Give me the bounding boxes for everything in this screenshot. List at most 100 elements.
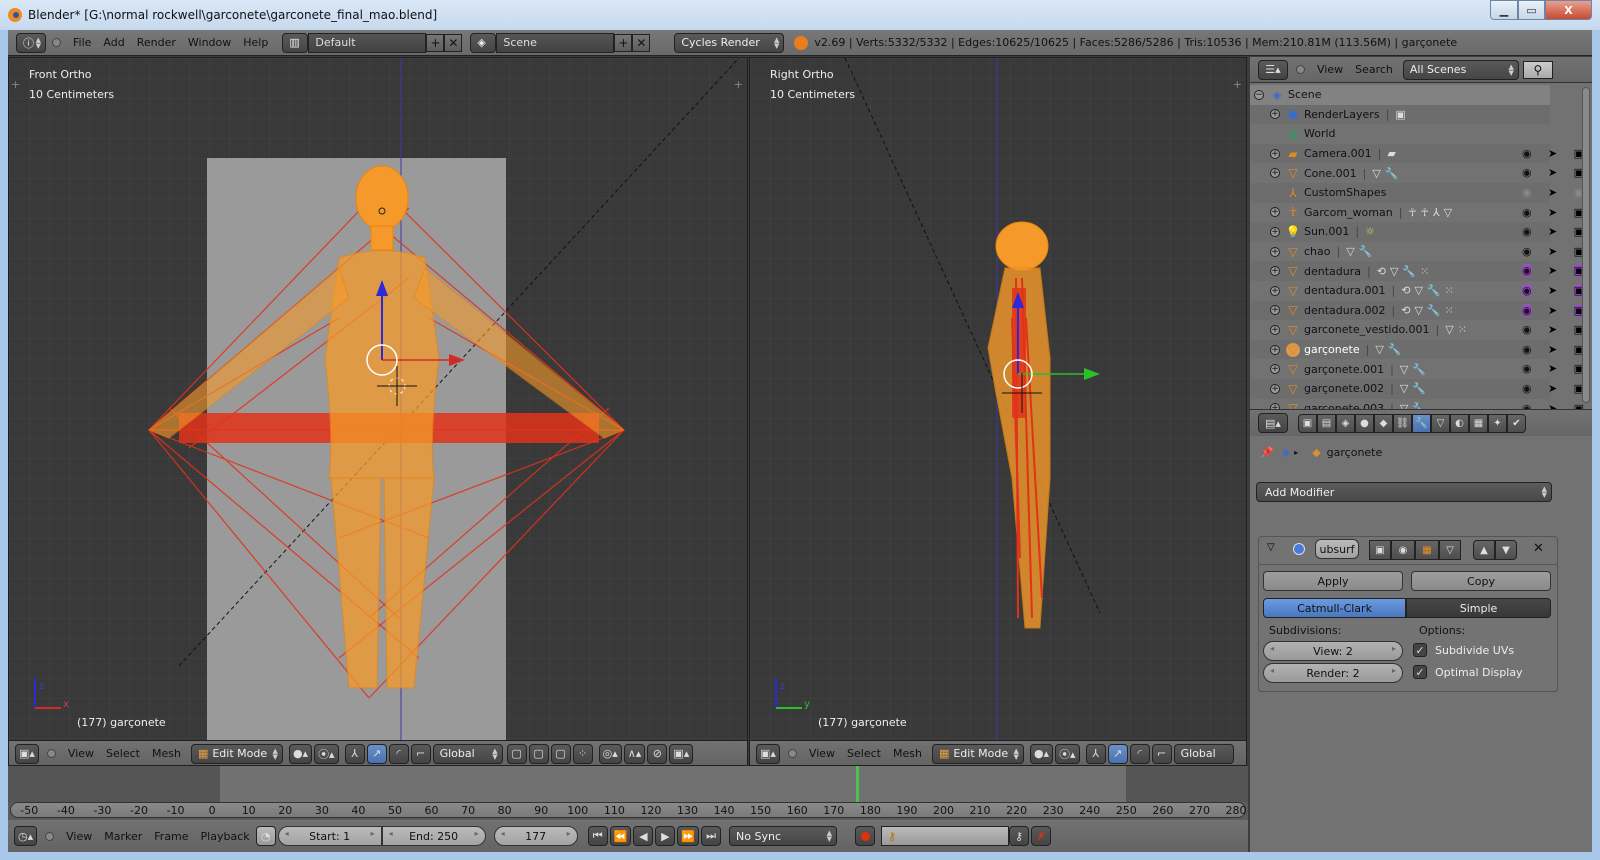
visibility-eye-icon[interactable]: ◉ bbox=[1522, 323, 1532, 336]
visibility-eye-icon[interactable]: ◉ bbox=[1522, 166, 1532, 179]
constraint-icon[interactable]: ⟲ bbox=[1401, 304, 1410, 317]
vertex-group-icon[interactable]: ⁙ bbox=[1420, 265, 1429, 278]
selectability-cursor-icon[interactable]: ➤ bbox=[1548, 264, 1557, 277]
timeline-area[interactable] bbox=[8, 766, 1248, 802]
gizmo-x-arrowhead[interactable] bbox=[449, 354, 465, 366]
editor-type-button[interactable]: ⓘ ▲ ▼ bbox=[16, 32, 46, 53]
minimize-button[interactable]: ▁ bbox=[1490, 0, 1518, 20]
view-levels-field[interactable]: ◂ View: 2 ▸ bbox=[1263, 641, 1403, 661]
current-frame-field[interactable]: ◂ 177 ▸ bbox=[493, 826, 578, 846]
expand-toggle-icon[interactable]: + bbox=[1270, 168, 1280, 179]
menu-render[interactable]: Render bbox=[137, 36, 176, 49]
wrench-icon[interactable]: 🔧 bbox=[1412, 382, 1426, 395]
copy-button[interactable]: Copy bbox=[1411, 571, 1551, 591]
mesh-data-icon[interactable]: ▽ bbox=[1346, 245, 1354, 258]
selectability-cursor-icon[interactable]: ➤ bbox=[1548, 166, 1557, 179]
visibility-eye-icon[interactable]: ◉ bbox=[1522, 303, 1532, 317]
outliner-item[interactable]: + ▽ garçonete.002 | ▽ 🔧 bbox=[1250, 379, 1550, 399]
selectability-cursor-icon[interactable]: ➤ bbox=[1548, 362, 1557, 375]
constraint-icon[interactable]: ⟲ bbox=[1401, 284, 1410, 297]
data-tab[interactable]: ▽ bbox=[1431, 413, 1450, 433]
face-select-icon[interactable]: ▢ bbox=[550, 743, 571, 764]
maximize-button[interactable]: ▭ bbox=[1518, 0, 1545, 20]
expand-toggle-icon[interactable]: + bbox=[1270, 364, 1280, 375]
render-tab[interactable]: ▣ bbox=[1298, 413, 1317, 433]
visibility-eye-icon[interactable]: ◉ bbox=[1522, 225, 1532, 238]
selectability-cursor-icon[interactable]: ➤ bbox=[1548, 343, 1557, 356]
editmode-toggle-icon[interactable]: ▦ bbox=[1415, 540, 1439, 560]
layout-selector-button[interactable]: ▥ bbox=[282, 32, 309, 53]
wrench-icon[interactable]: 🔧 bbox=[1427, 304, 1441, 317]
pivot-point-button[interactable]: ⦿▴ bbox=[1055, 743, 1080, 764]
visibility-eye-icon[interactable]: ◉ bbox=[1522, 343, 1532, 356]
texture-tab[interactable]: ▦ bbox=[1469, 413, 1488, 433]
collapse-menu-icon[interactable] bbox=[45, 831, 55, 841]
menu-mesh[interactable]: Mesh bbox=[152, 747, 181, 760]
visibility-eye-icon[interactable]: ◉ bbox=[1522, 362, 1532, 375]
menu-view[interactable]: View bbox=[809, 747, 835, 760]
preview-range-icon[interactable]: ◔ bbox=[255, 826, 276, 846]
next-keyframe-icon[interactable]: ⏩ bbox=[677, 826, 700, 846]
wrench-icon[interactable]: 🔧 bbox=[1359, 245, 1373, 258]
timeline-playhead[interactable] bbox=[856, 766, 860, 802]
expand-toggle-icon[interactable]: + bbox=[1270, 383, 1280, 394]
properties-toggle-icon[interactable]: + bbox=[1233, 78, 1242, 91]
rotate-manipulator-icon[interactable]: ◜ bbox=[1129, 743, 1150, 764]
menu-mesh[interactable]: Mesh bbox=[893, 747, 922, 760]
add-layout-button[interactable]: + bbox=[426, 33, 445, 52]
modifier-name-field[interactable]: ubsurf bbox=[1315, 539, 1359, 559]
scene-name-field[interactable]: Scene bbox=[496, 32, 615, 53]
visibility-eye-icon[interactable]: ◉ bbox=[1522, 284, 1532, 297]
outliner-item[interactable]: + ▽ garçonete | ▽ 🔧 bbox=[1250, 339, 1550, 360]
move-down-icon[interactable]: ▼ bbox=[1495, 540, 1517, 560]
physics-tab[interactable]: ✔ bbox=[1507, 413, 1526, 433]
outliner-item[interactable]: + ▽ garconete_vestido.001 | ▽ ⁙ bbox=[1250, 320, 1550, 340]
manipulator-toggle-icon[interactable]: ⅄ bbox=[1085, 743, 1106, 764]
outliner-item[interactable]: + ☥ Garcom_woman | ☥ ☥ ⅄ ▽ bbox=[1250, 203, 1550, 223]
wrench-icon[interactable]: 🔧 bbox=[1388, 343, 1402, 356]
play-icon[interactable]: ▶ bbox=[655, 826, 676, 846]
edge-select-icon[interactable]: ▢ bbox=[528, 743, 549, 764]
selectability-cursor-icon[interactable]: ➤ bbox=[1548, 206, 1557, 219]
selectability-cursor-icon[interactable]: ➤ bbox=[1548, 323, 1557, 336]
visibility-eye-icon[interactable]: ◉ bbox=[1522, 147, 1532, 160]
viewport-shading-button[interactable]: ●▴ bbox=[1029, 743, 1054, 764]
snap-element-icon[interactable]: ▣▴ bbox=[669, 743, 694, 764]
expand-toggle-icon[interactable]: + bbox=[1270, 305, 1280, 316]
delete-layout-button[interactable]: ✕ bbox=[444, 33, 463, 52]
outliner-item[interactable]: +⅄CustomShapes bbox=[1250, 183, 1550, 203]
mesh-data-icon[interactable]: ▽ bbox=[1400, 363, 1408, 376]
menu-select[interactable]: Select bbox=[106, 747, 140, 760]
outliner-item[interactable]: + ▽ dentadura.001 | ⟲ ▽ 🔧 ⁙ bbox=[1250, 281, 1550, 301]
collapse-menu-icon[interactable] bbox=[52, 38, 61, 47]
wrench-icon[interactable]: 🔧 bbox=[1427, 284, 1441, 297]
transform-orientation-dropdown[interactable]: Global bbox=[1173, 743, 1234, 764]
toolshelf-toggle-icon[interactable]: + bbox=[11, 78, 20, 91]
simple-option[interactable]: Simple bbox=[1406, 598, 1551, 618]
outliner-item[interactable]: + 💡 Sun.001 | ☼ bbox=[1250, 222, 1550, 242]
transform-orientation-dropdown[interactable]: Global ▲ ▼ bbox=[432, 743, 503, 764]
armature-data-icon[interactable]: ☥ bbox=[1421, 206, 1429, 219]
render-toggle-icon[interactable]: ▣ bbox=[1369, 540, 1391, 560]
expand-toggle-icon[interactable]: + bbox=[1270, 344, 1280, 355]
translate-manipulator-icon[interactable]: ↗ bbox=[1107, 743, 1128, 764]
manipulator-toggle-icon[interactable]: ⅄ bbox=[344, 743, 365, 764]
mesh-data-icon[interactable]: ▽ bbox=[1414, 284, 1422, 297]
collapse-menu-icon[interactable] bbox=[787, 749, 797, 758]
display-mode-dropdown[interactable]: All Scenes ▲ ▼ bbox=[1402, 59, 1519, 80]
material-tab[interactable]: ◐ bbox=[1450, 413, 1469, 433]
scale-manipulator-icon[interactable]: ⌐ bbox=[1151, 743, 1172, 764]
render-layers-tab[interactable]: ▤ bbox=[1317, 413, 1336, 433]
pivot-point-button[interactable]: ⦿▴ bbox=[314, 743, 339, 764]
outliner-item[interactable]: + ▰ Camera.001 | ▰ bbox=[1250, 143, 1550, 164]
constraint-icon[interactable]: ⟲ bbox=[1377, 265, 1386, 278]
empty-icon[interactable]: ⅄ bbox=[1433, 206, 1440, 219]
apply-button[interactable]: Apply bbox=[1263, 571, 1403, 591]
prev-keyframe-icon[interactable]: ⏪ bbox=[609, 826, 632, 846]
viewport-right[interactable]: z y Right Ortho 10 Centimeters (177) gar… bbox=[749, 57, 1247, 766]
menu-select[interactable]: Select bbox=[847, 747, 881, 760]
properties-toggle-icon[interactable]: + bbox=[734, 78, 743, 91]
keying-set-field[interactable]: ⚷ bbox=[881, 826, 1010, 846]
outliner-item[interactable]: + ▽ dentadura | ⟲ ▽ 🔧 ⁙ bbox=[1250, 261, 1550, 281]
editor-type-outliner-button[interactable]: ☰▴ bbox=[1258, 59, 1288, 80]
